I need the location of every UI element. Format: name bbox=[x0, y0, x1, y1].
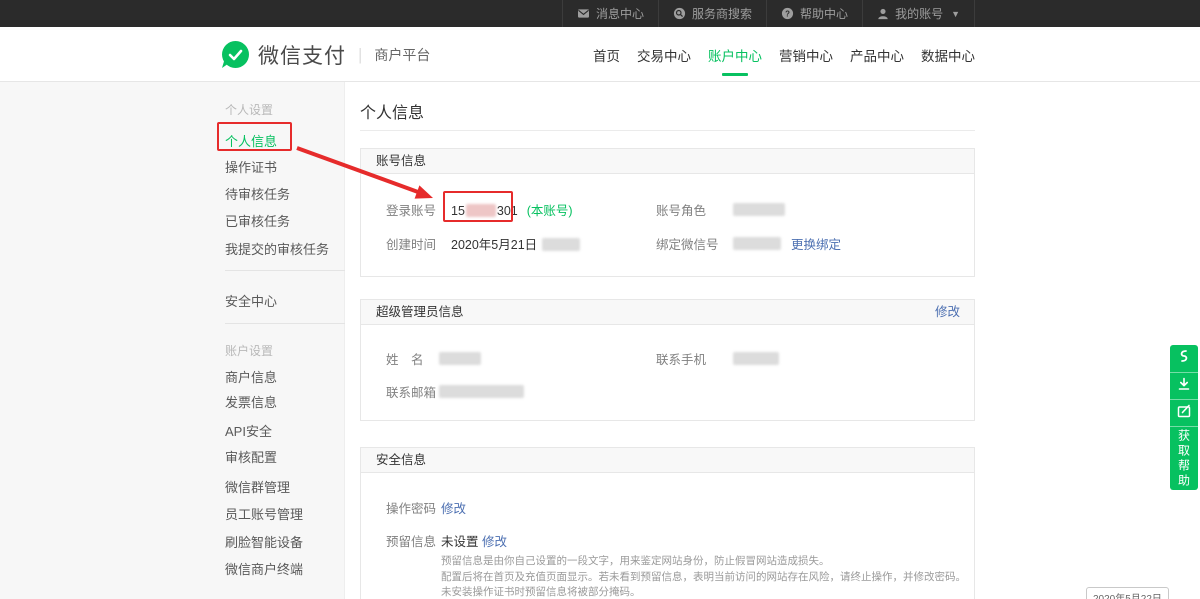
super-admin-section: 超级管理员信息 修改 姓 名 联系手机 联系邮箱 bbox=[360, 299, 975, 421]
sidebar-item-merchant-info[interactable]: 商户信息 bbox=[225, 367, 277, 386]
nav-product-center[interactable]: 产品中心 bbox=[850, 45, 904, 65]
sidebar-item-security-center[interactable]: 安全中心 bbox=[225, 291, 277, 310]
menu-item-label: 服务商搜索 bbox=[692, 5, 752, 22]
security-info-section-header: 安全信息 bbox=[361, 448, 974, 473]
portal-name: 商户平台 bbox=[374, 45, 430, 65]
redacted-contact-email bbox=[439, 385, 524, 398]
logo-separator: | bbox=[358, 45, 362, 65]
edit-reserved-info-link[interactable]: 修改 bbox=[482, 531, 507, 550]
description-line: 配置后将在首页及充值页面显示。若未看到预留信息，表明当前访问的网站存在风险，请终… bbox=[441, 570, 966, 586]
redacted-contact-phone bbox=[733, 352, 779, 365]
message-center-menu-item[interactable]: 消息中心 bbox=[562, 0, 658, 27]
description-line: 未安装操作证书时预留信息将被部分掩码。 bbox=[441, 585, 966, 599]
sidebar-item-face-scan-devices[interactable]: 刷脸智能设备 bbox=[225, 532, 303, 551]
menu-item-label: 消息中心 bbox=[596, 5, 644, 22]
floating-help-widget: 获取帮助 bbox=[1170, 345, 1198, 490]
sidebar-item-personal-info[interactable]: 个人信息 bbox=[225, 131, 277, 150]
feedback-button[interactable] bbox=[1170, 399, 1198, 426]
redacted-login-digits bbox=[466, 204, 496, 217]
menu-item-label: 帮助中心 bbox=[800, 5, 848, 22]
created-time-value: 2020年5月21日 bbox=[451, 234, 580, 253]
sidebar-divider bbox=[225, 270, 345, 271]
reserved-info-description: 预留信息是由你自己设置的一段文字，用来鉴定网站身份，防止假冒网站造成损失。 配置… bbox=[441, 554, 966, 599]
redacted-admin-name bbox=[439, 352, 481, 365]
nav-marketing-center[interactable]: 营销中心 bbox=[779, 45, 833, 65]
sidebar-item-my-submitted-review-tasks[interactable]: 我提交的审核任务 bbox=[225, 239, 329, 258]
sidebar-item-review-config[interactable]: 审核配置 bbox=[225, 447, 277, 466]
contact-icon bbox=[1176, 348, 1192, 369]
nav-transaction-center[interactable]: 交易中心 bbox=[637, 45, 691, 65]
download-icon bbox=[1176, 376, 1192, 397]
sidebar-item-operation-certificate[interactable]: 操作证书 bbox=[225, 157, 277, 176]
top-utility-bar: 消息中心 服务商搜索 ? 帮助中心 我的账号 ▼ bbox=[0, 0, 1200, 27]
my-account-menu-item[interactable]: 我的账号 ▼ bbox=[862, 0, 975, 27]
edit-password-link[interactable]: 修改 bbox=[441, 498, 466, 517]
primary-nav: 首页 交易中心 账户中心 营销中心 产品中心 数据中心 bbox=[593, 27, 975, 82]
reserved-info-status: 未设置 bbox=[441, 531, 479, 550]
sidebar-item-staff-account-management[interactable]: 员工账号管理 bbox=[225, 504, 303, 523]
current-account-tag: (本账号) bbox=[527, 204, 573, 218]
redacted-created-detail bbox=[542, 238, 580, 251]
contact-phone-label: 联系手机 bbox=[656, 349, 706, 368]
logo-text: 微信支付 bbox=[258, 40, 346, 70]
download-button[interactable] bbox=[1170, 372, 1198, 399]
super-admin-section-title: 超级管理员信息 bbox=[376, 305, 464, 319]
contact-service-button[interactable] bbox=[1170, 345, 1198, 372]
nav-data-center[interactable]: 数据中心 bbox=[921, 45, 975, 65]
edit-admin-link[interactable]: 修改 bbox=[935, 300, 960, 325]
sidebar-group-personal-settings: 个人设置 bbox=[225, 101, 273, 118]
sidebar-item-invoice-info[interactable]: 发票信息 bbox=[225, 392, 277, 411]
super-admin-section-header: 超级管理员信息 修改 bbox=[361, 300, 974, 325]
login-account-value: 15 301 (本账号) bbox=[451, 200, 573, 219]
help-center-menu-item[interactable]: ? 帮助中心 bbox=[766, 0, 862, 27]
admin-name-label: 姓 名 bbox=[386, 349, 424, 368]
login-account-label: 登录账号 bbox=[386, 200, 436, 219]
chevron-down-icon: ▼ bbox=[951, 9, 960, 19]
sidebar: 个人设置 个人信息 操作证书 待审核任务 已审核任务 我提交的审核任务 安全中心… bbox=[0, 82, 345, 599]
description-line: 预留信息是由你自己设置的一段文字，用来鉴定网站身份，防止假冒网站造成损失。 bbox=[441, 554, 966, 570]
sidebar-item-pending-review-tasks[interactable]: 待审核任务 bbox=[225, 184, 290, 203]
created-date-text: 2020年5月21日 bbox=[451, 238, 537, 252]
wechat-pay-logo[interactable]: 微信支付 | 商户平台 bbox=[222, 27, 430, 82]
question-icon: ? bbox=[781, 7, 794, 20]
nav-home[interactable]: 首页 bbox=[593, 45, 620, 65]
svg-text:?: ? bbox=[785, 9, 790, 18]
service-provider-search-menu-item[interactable]: 服务商搜索 bbox=[658, 0, 766, 27]
date-tooltip-chip: 2020年5月22日 bbox=[1086, 587, 1169, 599]
sidebar-item-wechat-merchant-terminal[interactable]: 微信商户终端 bbox=[225, 559, 303, 578]
login-account-suffix: 301 bbox=[497, 204, 518, 218]
sidebar-item-wechat-group-management[interactable]: 微信群管理 bbox=[225, 477, 290, 496]
operation-password-label: 操作密码 bbox=[386, 498, 436, 517]
top-utility-menu: 消息中心 服务商搜索 ? 帮助中心 我的账号 ▼ bbox=[562, 0, 975, 27]
envelope-icon bbox=[577, 8, 590, 19]
sidebar-group-account-settings: 账户设置 bbox=[225, 342, 273, 359]
bound-wechat-label: 绑定微信号 bbox=[656, 234, 719, 253]
menu-item-label: 我的账号 bbox=[895, 5, 943, 22]
title-divider bbox=[360, 130, 975, 131]
change-binding-link[interactable]: 更换绑定 bbox=[791, 234, 841, 253]
account-info-section-header: 账号信息 bbox=[361, 149, 974, 174]
user-icon bbox=[877, 8, 889, 20]
feedback-icon bbox=[1176, 403, 1192, 424]
site-header: 微信支付 | 商户平台 首页 交易中心 账户中心 营销中心 产品中心 数据中心 bbox=[0, 27, 1200, 82]
get-help-button[interactable]: 获取帮助 bbox=[1170, 426, 1198, 490]
redacted-wechat-id bbox=[733, 237, 781, 250]
account-info-section: 账号信息 登录账号 15 301 (本账号) 账号角色 创建时间 2020年5月21… bbox=[360, 148, 975, 277]
contact-email-label: 联系邮箱 bbox=[386, 382, 436, 401]
merchant-platform-page: 消息中心 服务商搜索 ? 帮助中心 我的账号 ▼ bbox=[0, 0, 1200, 599]
sidebar-item-api-security[interactable]: API安全 bbox=[225, 421, 272, 440]
account-role-label: 账号角色 bbox=[656, 200, 706, 219]
redacted-account-role bbox=[733, 203, 785, 216]
sidebar-item-reviewed-tasks[interactable]: 已审核任务 bbox=[225, 211, 290, 230]
sidebar-divider bbox=[225, 323, 345, 324]
get-help-label: 获取帮助 bbox=[1176, 429, 1193, 489]
login-account-prefix: 15 bbox=[451, 204, 465, 218]
wechat-pay-logo-icon bbox=[222, 41, 249, 68]
page-title: 个人信息 bbox=[360, 99, 424, 123]
search-icon bbox=[673, 7, 686, 20]
security-info-section: 安全信息 操作密码 修改 预留信息 未设置 修改 预留信息是由你自己设置的一段文… bbox=[360, 447, 975, 599]
created-time-label: 创建时间 bbox=[386, 234, 436, 253]
reserved-info-label: 预留信息 bbox=[386, 531, 436, 550]
nav-account-center[interactable]: 账户中心 bbox=[708, 45, 762, 65]
